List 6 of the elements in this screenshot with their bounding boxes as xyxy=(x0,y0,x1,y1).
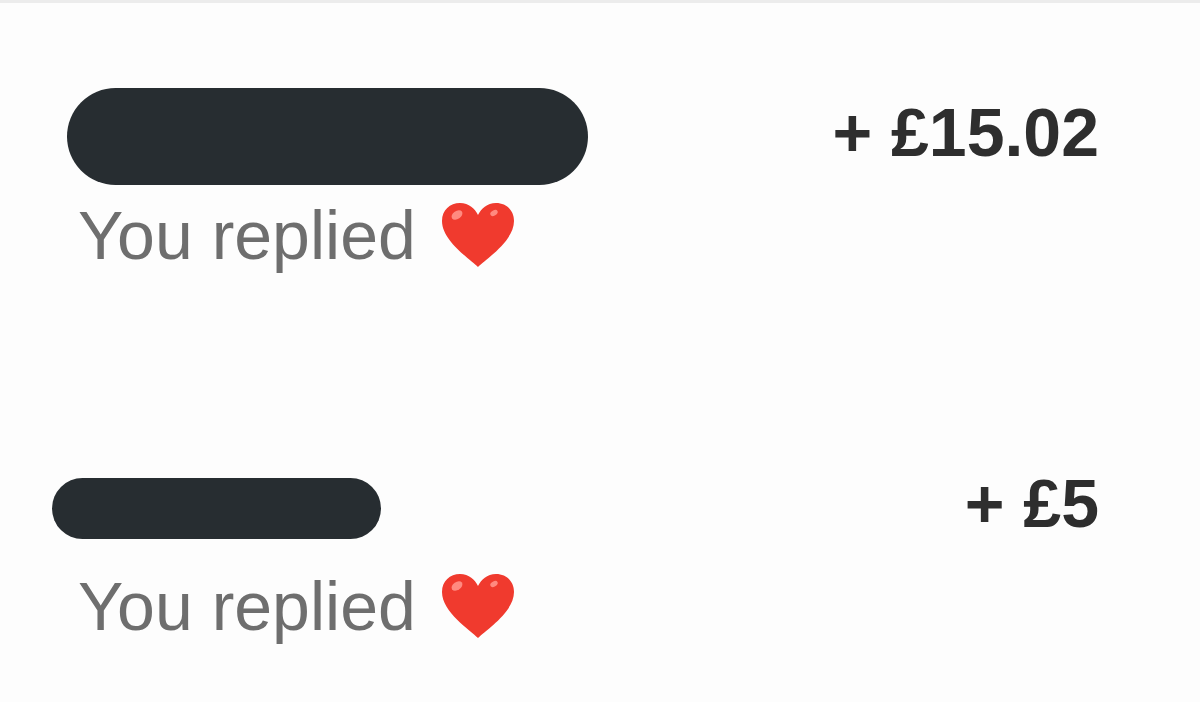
reply-text: You replied xyxy=(78,568,416,644)
amount-text: + £15.02 xyxy=(832,92,1099,172)
heart-icon xyxy=(439,572,516,640)
reply-text: You replied xyxy=(78,197,416,273)
amount-text: + £5 xyxy=(964,464,1099,543)
heart-icon xyxy=(439,201,516,269)
